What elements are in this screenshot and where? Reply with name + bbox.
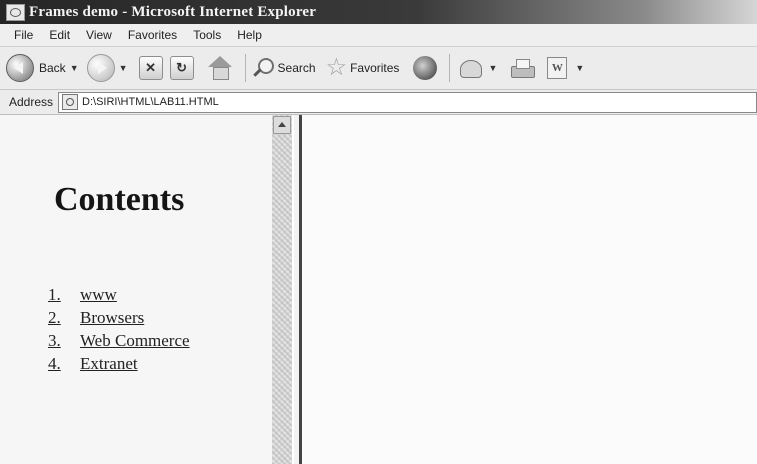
- title-bar: Frames demo - Microsoft Internet Explore…: [0, 0, 757, 24]
- item-number: 1.: [48, 285, 61, 304]
- print-icon[interactable]: [509, 57, 536, 79]
- address-label: Address: [9, 95, 54, 109]
- media-icon[interactable]: [413, 56, 438, 80]
- forward-button[interactable]: ▼: [86, 51, 132, 85]
- favorites-label: Favorites: [350, 61, 400, 75]
- frame-divider[interactable]: [292, 115, 302, 464]
- edit-icon[interactable]: W: [547, 57, 568, 79]
- frameset: Contents 1. www 2. Browsers 3. Web Comme…: [0, 115, 757, 464]
- link-extranet[interactable]: Extranet: [80, 352, 138, 375]
- main-frame: [302, 115, 757, 464]
- search-button[interactable]: Search: [252, 51, 316, 85]
- menu-help[interactable]: Help: [229, 28, 270, 42]
- search-label: Search: [277, 61, 316, 75]
- menu-file[interactable]: File: [0, 28, 41, 42]
- list-item: 2. Browsers: [48, 306, 190, 329]
- contents-frame: Contents 1. www 2. Browsers 3. Web Comme…: [0, 115, 272, 464]
- left-frame-scrollbar[interactable]: [272, 115, 292, 464]
- window-title: Frames demo - Microsoft Internet Explore…: [29, 3, 317, 20]
- search-icon: [252, 57, 274, 79]
- link-web-commerce[interactable]: Web Commerce: [80, 329, 190, 352]
- menu-favorites[interactable]: Favorites: [120, 28, 185, 42]
- back-dropdown-icon[interactable]: ▼: [70, 63, 79, 73]
- home-icon[interactable]: [207, 55, 233, 81]
- mail-dropdown-icon[interactable]: ▼: [488, 63, 497, 73]
- item-number: 3.: [48, 331, 61, 350]
- address-value[interactable]: D:\SIRI\HTML\LAB11.HTML: [82, 96, 219, 108]
- list-item: 4. Extranet: [48, 352, 190, 375]
- item-number: 4.: [48, 354, 61, 373]
- mail-icon[interactable]: [458, 57, 484, 79]
- address-bar: Address D:\SIRI\HTML\LAB11.HTML: [0, 90, 757, 115]
- menu-tools[interactable]: Tools: [185, 28, 229, 42]
- address-input[interactable]: D:\SIRI\HTML\LAB11.HTML: [58, 91, 757, 113]
- menu-bar: File Edit View Favorites Tools Help: [0, 24, 757, 47]
- link-www[interactable]: www: [80, 283, 117, 306]
- stop-icon[interactable]: ✕: [138, 56, 163, 80]
- toolbar-separator: [449, 54, 451, 82]
- toolbar-separator: [244, 54, 246, 82]
- contents-list: 1. www 2. Browsers 3. Web Commerce 4. Ex…: [48, 283, 190, 375]
- back-button[interactable]: Back ▼: [6, 51, 83, 85]
- favorites-star-icon: ☆: [325, 54, 348, 81]
- back-icon: [6, 54, 34, 82]
- contents-heading: Contents: [54, 181, 185, 218]
- page-icon: [62, 94, 79, 110]
- ie-window-icon: [6, 3, 25, 21]
- refresh-icon[interactable]: ↻: [169, 56, 194, 80]
- list-item: 1. www: [48, 283, 190, 306]
- menu-view[interactable]: View: [78, 28, 120, 42]
- edit-dropdown-icon[interactable]: ▼: [575, 63, 584, 73]
- scroll-up-arrow-icon[interactable]: [273, 116, 291, 134]
- favorites-button[interactable]: ☆ Favorites: [326, 51, 400, 85]
- forward-icon: [86, 54, 115, 82]
- forward-dropdown-icon[interactable]: ▼: [119, 63, 128, 73]
- link-browsers[interactable]: Browsers: [80, 306, 144, 329]
- item-number: 2.: [48, 308, 61, 327]
- list-item: 3. Web Commerce: [48, 329, 190, 352]
- standard-toolbar: Back ▼ ▼ ✕ ↻ Search ☆ Favorites ▼ W ▼: [0, 47, 757, 90]
- menu-edit[interactable]: Edit: [41, 28, 78, 42]
- back-label: Back: [39, 61, 66, 75]
